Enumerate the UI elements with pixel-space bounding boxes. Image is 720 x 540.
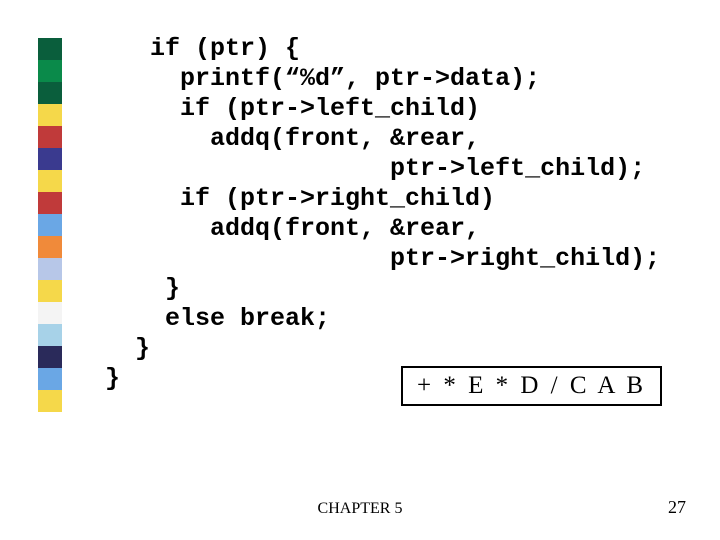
footer-page-number: 27	[668, 497, 686, 518]
decorative-square	[38, 236, 62, 258]
decorative-square	[38, 368, 62, 390]
code-block: if (ptr) { printf(“%d”, ptr->data); if (…	[105, 34, 660, 394]
decorative-square	[38, 148, 62, 170]
footer-chapter: CHAPTER 5	[0, 500, 720, 518]
decorative-square	[38, 346, 62, 368]
decorative-square	[38, 60, 62, 82]
output-box: + * E * D / C A B	[401, 366, 662, 406]
decorative-square	[38, 302, 62, 324]
decorative-square	[38, 280, 62, 302]
decorative-square	[38, 170, 62, 192]
decorative-square	[38, 192, 62, 214]
decorative-sidebar	[38, 38, 62, 412]
decorative-square	[38, 126, 62, 148]
decorative-square	[38, 38, 62, 60]
decorative-square	[38, 82, 62, 104]
decorative-square	[38, 258, 62, 280]
decorative-square	[38, 324, 62, 346]
decorative-square	[38, 214, 62, 236]
decorative-square	[38, 390, 62, 412]
decorative-square	[38, 104, 62, 126]
